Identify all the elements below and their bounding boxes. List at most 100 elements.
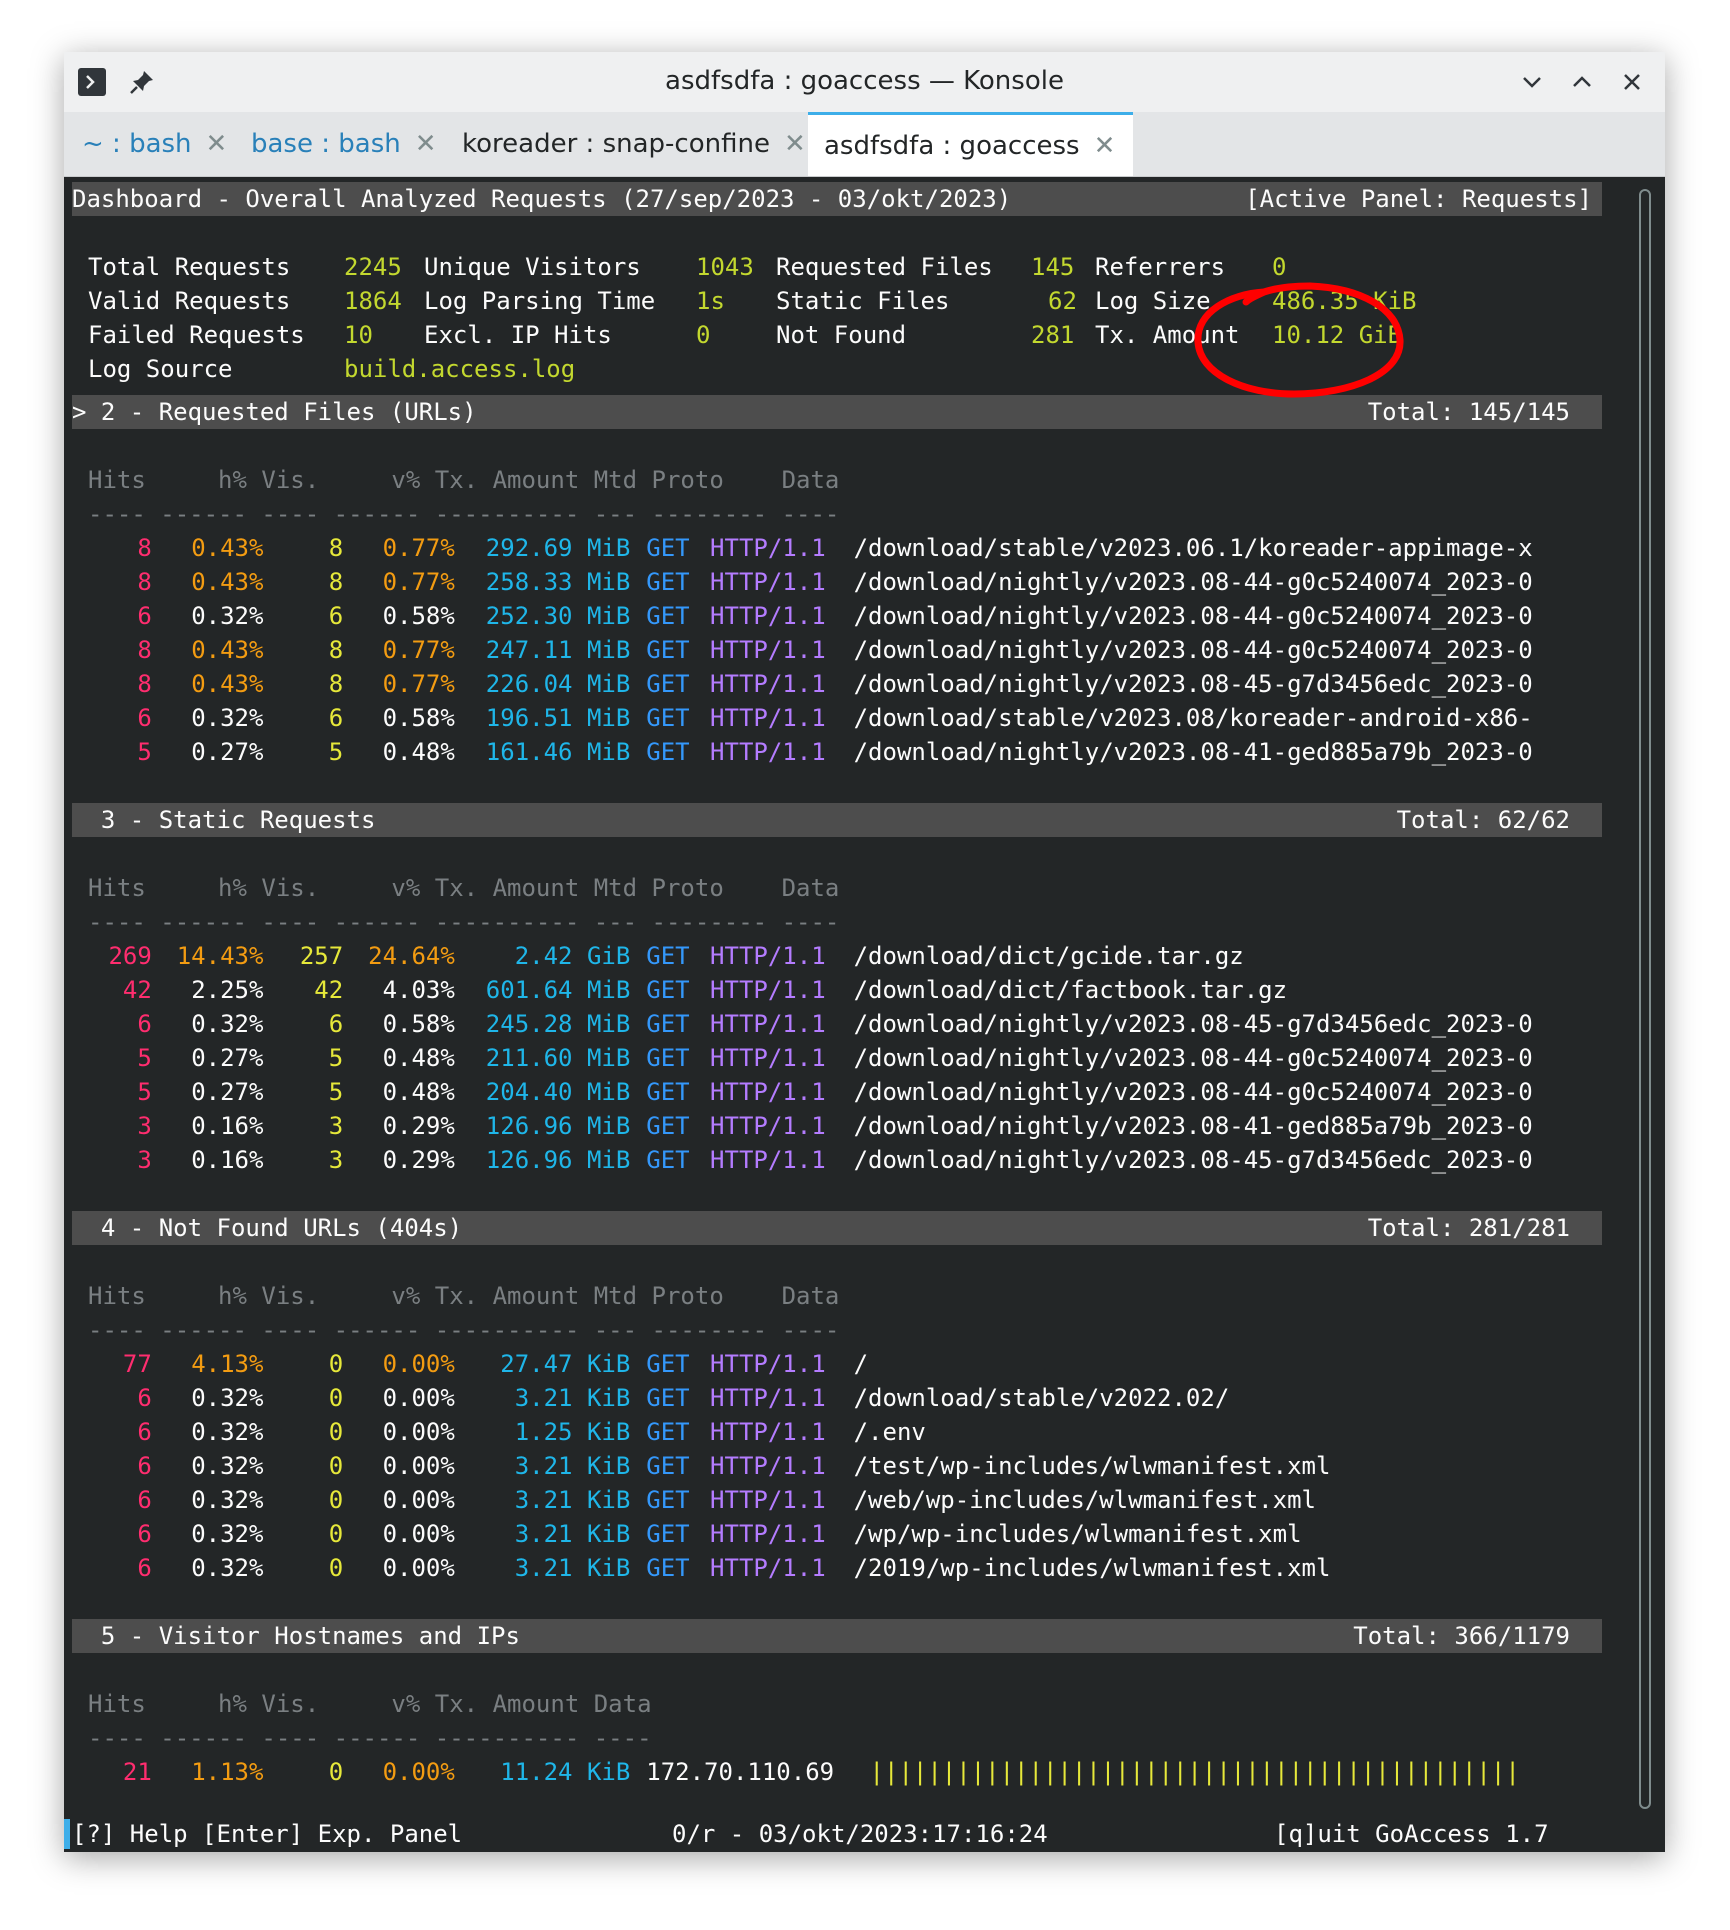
hits-percent-cell: 0.43%	[191, 568, 264, 596]
method-cell: GET	[646, 976, 690, 1004]
panel-title: 5 - Visitor Hostnames and IPs	[72, 1622, 520, 1650]
hits-percent-cell: 0.43%	[191, 670, 264, 698]
panel-title: > 2 - Requested Files (URLs)	[72, 398, 477, 426]
maximize-icon[interactable]	[1566, 66, 1598, 98]
cursor-indicator	[64, 1819, 70, 1849]
hits-percent-cell: 2.25%	[191, 976, 264, 1004]
data-cell: /download/nightly/v2023.08-44-g0c5240074…	[853, 568, 1533, 596]
visitors-cell: 0	[328, 1758, 344, 1786]
konsole-window: asdfsdfa : goaccess — Konsole ~ : bash ✕ …	[64, 52, 1665, 1852]
tx-amount-cell: 247.11 MiB	[485, 636, 631, 664]
method-cell: GET	[646, 1078, 690, 1106]
panel-title: 4 - Not Found URLs (404s)	[72, 1214, 463, 1242]
hits-percent-cell: 0.16%	[191, 1146, 264, 1174]
data-cell: /download/dict/factbook.tar.gz	[853, 976, 1288, 1004]
data-cell: /download/nightly/v2023.08-45-g7d3456edc…	[853, 1010, 1533, 1038]
tab-close-icon[interactable]: ✕	[784, 129, 806, 159]
method-cell: GET	[646, 1010, 690, 1038]
tab-bash-home[interactable]: ~ : bash ✕	[82, 112, 227, 176]
tab-close-icon[interactable]: ✕	[1094, 131, 1116, 161]
hits-cell: 6	[137, 704, 152, 732]
overview-row-4: Log Source build.access.log	[88, 355, 576, 383]
visitors-cell: 6	[328, 602, 344, 630]
column-header: Hits h% Vis. v% Tx. Amount Mtd Proto Dat…	[88, 1282, 840, 1310]
protocol-cell: HTTP/1.1	[710, 534, 826, 562]
protocol-cell: HTTP/1.1	[710, 568, 826, 596]
tx-amount-cell: 27.47 KiB	[500, 1350, 631, 1378]
visitors-cell: 42	[314, 976, 344, 1004]
protocol-cell: HTTP/1.1	[710, 670, 826, 698]
data-cell: /download/nightly/v2023.08-44-g0c5240074…	[853, 636, 1533, 664]
tab-koreader[interactable]: koreader : snap-confine ✕	[462, 112, 806, 176]
visitors-cell: 8	[328, 670, 344, 698]
hits-cell: 5	[137, 1078, 152, 1106]
hits-percent-cell: 0.32%	[191, 1010, 264, 1038]
protocol-cell: HTTP/1.1	[710, 1486, 826, 1514]
column-header: Hits h% Vis. v% Tx. Amount Data	[88, 1690, 652, 1718]
tab-bar: ~ : bash ✕ base : bash ✕ koreader : snap-c…	[64, 112, 1665, 177]
title-bar: asdfsdfa : goaccess — Konsole	[64, 52, 1665, 113]
status-help[interactable]: [?] Help [Enter] Exp. Panel	[72, 1820, 462, 1848]
protocol-cell: HTTP/1.1	[710, 976, 826, 1004]
column-rule: ---- ------ ---- ------ ---------- --- -…	[88, 908, 840, 936]
tx-amount-cell: 3.21 KiB	[514, 1452, 631, 1480]
tab-close-icon[interactable]: ✕	[206, 129, 228, 159]
visitors-percent-cell: 4.03%	[382, 976, 455, 1004]
method-cell: GET	[646, 704, 690, 732]
hits-percent-cell: 0.27%	[191, 738, 264, 766]
protocol-cell: HTTP/1.1	[710, 1418, 826, 1446]
status-quit[interactable]: [q]uit GoAccess 1.7	[1274, 1817, 1549, 1851]
data-cell: /download/dict/gcide.tar.gz	[853, 942, 1244, 970]
data-cell: /download/nightly/v2023.08-44-g0c5240074…	[853, 1044, 1533, 1072]
tab-goaccess[interactable]: asdfsdfa : goaccess ✕	[808, 112, 1134, 176]
visitors-percent-cell: 0.00%	[382, 1758, 455, 1786]
tab-close-icon[interactable]: ✕	[415, 129, 437, 159]
tx-amount-cell: 226.04 MiB	[485, 670, 631, 698]
method-cell: GET	[646, 1112, 690, 1140]
method-cell: GET	[646, 738, 690, 766]
visitors-cell: 0	[328, 1384, 344, 1412]
panel-header[interactable]: 4 - Not Found URLs (404s) Total: 281/281	[72, 1211, 1602, 1245]
close-icon[interactable]	[1616, 66, 1648, 98]
panel-header[interactable]: > 2 - Requested Files (URLs) Total: 145/1…	[72, 395, 1602, 429]
protocol-cell: HTTP/1.1	[710, 1010, 826, 1038]
data-cell: /download/nightly/v2023.08-41-ged885a79b…	[853, 1112, 1533, 1140]
scrollbar[interactable]	[1639, 189, 1651, 1809]
tab-label: koreader : snap-confine	[462, 129, 770, 159]
data-cell: /download/nightly/v2023.08-45-g7d3456edc…	[853, 670, 1533, 698]
hits-cell: 42	[122, 976, 152, 1004]
visitors-cell: 0	[328, 1418, 344, 1446]
data-cell: 172.70.110.69	[646, 1758, 835, 1786]
protocol-cell: HTTP/1.1	[710, 1520, 826, 1548]
overview-row-1: Total Requests 2245 Unique Visitors 1043 Req…	[88, 253, 1287, 281]
tab-base-bash[interactable]: base : bash ✕	[251, 112, 437, 176]
protocol-cell: HTTP/1.1	[710, 1146, 826, 1174]
minimize-icon[interactable]	[1516, 66, 1548, 98]
visitors-cell: 0	[328, 1554, 344, 1582]
panel-total: Total: 145/145	[1367, 398, 1570, 426]
visitors-cell: 3	[328, 1146, 344, 1174]
protocol-cell: HTTP/1.1	[710, 1452, 826, 1480]
data-cell: /web/wp-includes/wlwmanifest.xml	[853, 1486, 1316, 1514]
visitors-cell: 5	[328, 1078, 344, 1106]
panel-header[interactable]: 5 - Visitor Hostnames and IPs Total: 366/…	[72, 1619, 1602, 1653]
tx-amount-cell: 204.40 MiB	[485, 1078, 631, 1106]
data-cell: /download/stable/v2023.06.1/koreader-app…	[853, 534, 1533, 562]
tx-amount-cell: 3.21 KiB	[514, 1520, 631, 1548]
tab-label: ~ : bash	[82, 129, 192, 159]
data-cell: /download/nightly/v2023.08-44-g0c5240074…	[853, 1078, 1533, 1106]
visitors-cell: 0	[328, 1520, 344, 1548]
visitors-cell: 8	[328, 568, 344, 596]
tx-amount-cell: 196.51 MiB	[485, 704, 631, 732]
panel-header[interactable]: 3 - Static Requests Total: 62/62	[72, 803, 1602, 837]
hits-percent-cell: 0.32%	[191, 1554, 264, 1582]
hits-cell: 6	[137, 1486, 152, 1514]
column-header: Hits h% Vis. v% Tx. Amount Mtd Proto Dat…	[88, 466, 840, 494]
terminal-area[interactable]: Dashboard - Overall Analyzed Requests (2…	[64, 177, 1665, 1852]
visitors-cell: 3	[328, 1112, 344, 1140]
data-cell: /download/stable/v2023.08/koreader-andro…	[853, 704, 1533, 732]
column-rule: ---- ------ ---- ------ ---------- --- -…	[88, 1316, 840, 1344]
hits-cell: 8	[137, 568, 152, 596]
data-cell: /test/wp-includes/wlwmanifest.xml	[853, 1452, 1331, 1480]
hits-cell: 3	[137, 1146, 152, 1174]
